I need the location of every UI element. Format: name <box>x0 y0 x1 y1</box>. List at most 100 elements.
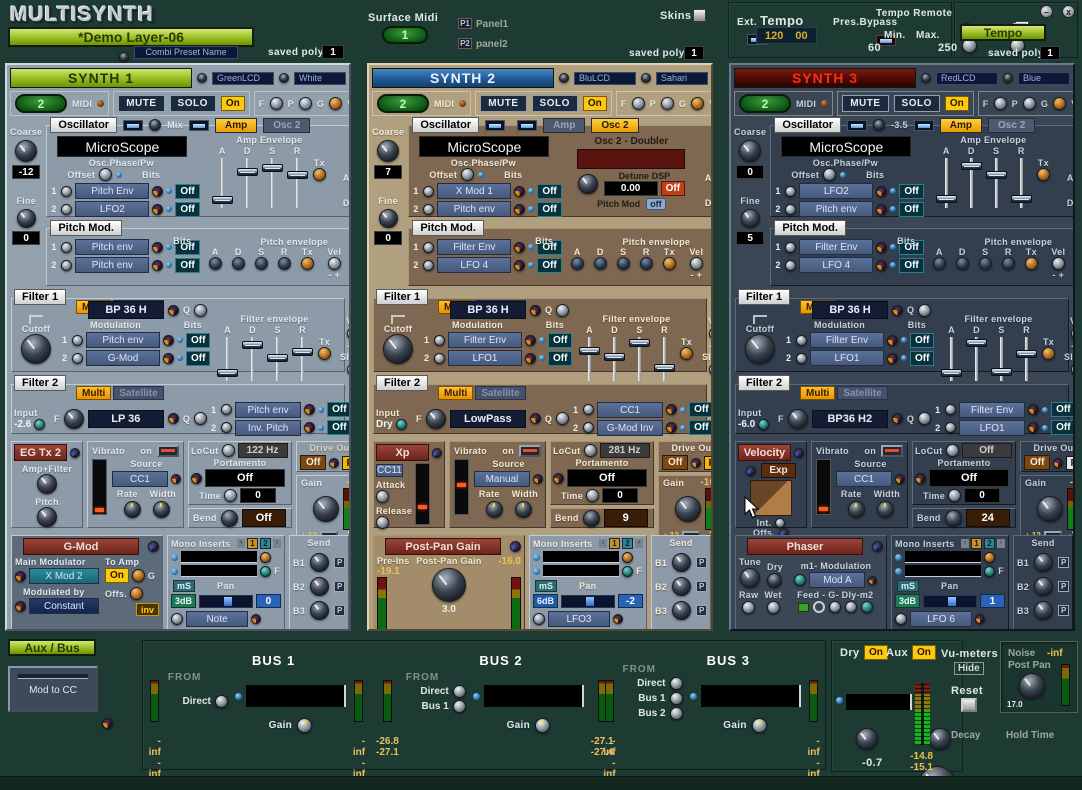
filter-env-s-slider[interactable] <box>276 337 279 381</box>
filter1-slot2-source-select[interactable]: LFO1 <box>448 350 522 366</box>
pan-mod-knob[interactable] <box>171 613 183 625</box>
g-knob[interactable] <box>329 97 342 110</box>
amp-env-a-slider[interactable] <box>221 158 224 208</box>
bus3-direct-knob[interactable] <box>670 677 683 690</box>
bus3-bus2-knob[interactable] <box>670 707 683 720</box>
pan-mod-select[interactable]: LFO3 <box>548 611 610 627</box>
bus2-direct-knob[interactable] <box>453 685 466 698</box>
fine-value[interactable]: 0 <box>12 231 40 245</box>
phaser-wet-knob[interactable] <box>767 601 780 614</box>
pitch-tx-knob[interactable] <box>663 257 676 270</box>
pan-thumb[interactable] <box>586 597 594 606</box>
osc-slot1-amount-knob[interactable] <box>785 186 796 197</box>
oscillator-tab[interactable]: Oscillator <box>774 117 841 133</box>
bend-knob[interactable] <box>583 510 600 527</box>
mute-button[interactable]: MUTE <box>480 95 526 112</box>
pitch-env-d-knob[interactable] <box>594 257 607 270</box>
send-b3-pre-toggle[interactable]: P <box>334 605 345 616</box>
cutoff-knob[interactable] <box>745 334 775 364</box>
drive-knob[interactable] <box>329 458 339 468</box>
filter2-slot1-amount-knob[interactable] <box>583 404 594 415</box>
phaser-header[interactable]: Phaser <box>747 538 863 555</box>
offset-knob[interactable] <box>99 168 112 181</box>
filter2-slot2-depth-knob[interactable] <box>304 422 315 433</box>
pitch-tx-knob[interactable] <box>301 257 314 270</box>
filter-env-a-slider[interactable] <box>588 337 591 381</box>
filter1-type-display[interactable]: BP 36 H <box>450 301 526 319</box>
filter2-slot2-amount-knob[interactable] <box>945 422 956 433</box>
synth-on-toggle[interactable]: On <box>221 96 245 111</box>
pan-slider[interactable] <box>923 595 977 608</box>
modulated-by-knob[interactable] <box>15 601 26 612</box>
osc-slot2-bits-toggle[interactable]: Off <box>537 202 561 217</box>
tempo-bpm-frac[interactable]: 00 <box>795 30 807 42</box>
p-knob[interactable] <box>661 97 674 110</box>
osc-slot1-depth-knob[interactable] <box>876 186 887 197</box>
send-b1-pre-toggle[interactable]: P <box>696 557 707 568</box>
locut-value[interactable]: 122 Hz <box>238 443 288 458</box>
filter2-slot2-amount-knob[interactable] <box>583 422 594 433</box>
send-b2-pre-toggle[interactable]: P <box>696 581 707 592</box>
amp-env-s-slider[interactable] <box>271 158 274 208</box>
to-amp-knob[interactable] <box>132 569 145 582</box>
osc2-tab[interactable]: Osc 2 <box>263 118 310 133</box>
pitch-slot1-amount-knob[interactable] <box>785 242 796 253</box>
detune-knob[interactable] <box>578 174 598 194</box>
pitch-env-d-knob[interactable] <box>232 257 245 270</box>
phaser-m2-knob[interactable] <box>861 601 873 613</box>
filter2-satellite-tab[interactable]: Satellite <box>837 386 887 400</box>
detune-value[interactable]: 0.00 <box>604 181 658 196</box>
filter2-tab[interactable]: Filter 2 <box>14 375 66 391</box>
send-b3-pre-toggle[interactable]: P <box>696 605 707 616</box>
vu-hide-button[interactable]: Hide <box>954 662 984 675</box>
vibrato-rate-knob[interactable] <box>124 501 141 518</box>
vibrato-source-knob[interactable] <box>895 474 905 484</box>
filter2-satellite-tab[interactable]: Satellite <box>475 386 525 400</box>
panel1-label[interactable]: Panel1 <box>476 19 508 30</box>
portamento-value[interactable]: Off <box>567 469 647 487</box>
drive-ph-toggle[interactable]: Ph <box>704 456 713 470</box>
osc-mix-knob[interactable] <box>149 119 161 131</box>
filter1-slot2-amount-knob[interactable] <box>434 353 445 364</box>
filter2-mod-knob[interactable] <box>892 413 903 424</box>
pan-mod-select[interactable]: Note <box>186 611 248 627</box>
filter2-slot1-amount-knob[interactable] <box>945 404 956 415</box>
pitch-env-r-knob[interactable] <box>1002 257 1015 270</box>
filter2-mod-knob[interactable] <box>168 413 179 424</box>
pan-mod-knob[interactable] <box>533 613 545 625</box>
phaser-mod-knob[interactable] <box>868 576 877 585</box>
pitch-vel-knob[interactable] <box>1052 257 1065 270</box>
filter2-tab[interactable]: Filter 2 <box>738 375 790 391</box>
osc-slot2-source-select[interactable]: Pitch env <box>799 201 873 217</box>
filter-env-d-slider[interactable] <box>975 337 978 381</box>
filter1-slot1-depth-knob[interactable] <box>163 335 174 346</box>
amp-tab[interactable]: Amp <box>543 118 585 133</box>
osc-slot1-amount-knob[interactable] <box>423 186 434 197</box>
filter1-slot1-source-select[interactable]: Pitch env <box>86 332 160 348</box>
vibrato-width-knob[interactable] <box>877 501 894 518</box>
filter-env-a-slider[interactable] <box>226 337 229 381</box>
pan-mod-select[interactable]: LFO 6 <box>910 611 972 627</box>
locut-knob[interactable] <box>222 444 235 457</box>
filter1-vel-knob[interactable] <box>347 327 352 340</box>
pitch-slot1-depth-knob[interactable] <box>514 242 525 253</box>
insert-tab-1[interactable]: 1 <box>609 538 620 549</box>
coarse-knob[interactable] <box>739 140 761 162</box>
aux-bus-lcd[interactable]: Aux / Bus <box>8 639 96 656</box>
drive-knob[interactable] <box>1053 458 1063 468</box>
offset-knob[interactable] <box>461 168 474 181</box>
filter1-slot2-depth-knob[interactable] <box>887 353 898 364</box>
filter2-slot1-source-select[interactable]: Filter Env <box>959 402 1025 418</box>
phaser-dry-knob[interactable] <box>767 573 782 588</box>
filter2-type-display[interactable]: LP 36 <box>88 410 164 428</box>
filter1-slot1-amount-knob[interactable] <box>434 335 445 346</box>
fine-knob[interactable] <box>17 209 36 228</box>
filter1-slot2-source-select[interactable]: G-Mod <box>86 350 160 366</box>
pitch-slot2-amount-knob[interactable] <box>785 260 796 271</box>
skins-button[interactable] <box>693 9 706 22</box>
tempo-bpm[interactable]: 120 <box>765 30 783 42</box>
send-b1-knob[interactable] <box>1034 553 1053 572</box>
amp-env-d-slider[interactable] <box>246 158 249 208</box>
drive-off-toggle[interactable]: Off <box>300 455 326 470</box>
phaser-select-knob[interactable] <box>872 541 883 552</box>
